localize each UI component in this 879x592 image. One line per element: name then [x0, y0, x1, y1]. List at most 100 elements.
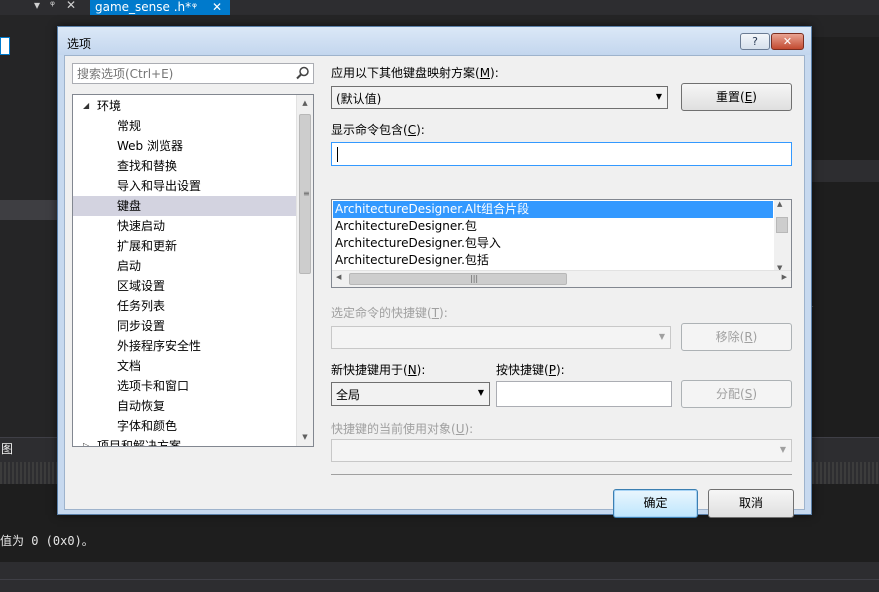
tree-item-label: 同步设置 — [117, 319, 166, 333]
ide-status-bar — [0, 562, 879, 592]
tree-item[interactable]: 任务列表 — [73, 296, 297, 316]
command-list-vscroll[interactable]: ▲ ▼ — [774, 200, 791, 272]
ok-button[interactable]: 确定 — [613, 489, 698, 518]
shortcut-scope-select[interactable]: 全局 ▼ — [331, 382, 490, 406]
tree-item[interactable]: 自动恢复 — [73, 396, 297, 416]
close-button[interactable]: ✕ — [771, 33, 804, 50]
ide-status-line — [0, 579, 879, 580]
tree-item-label: 键盘 — [117, 199, 142, 213]
tree-items: ◢ 环境常规 Web 浏览器 查找和替换导入和导出设置键盘快速启动扩展和更新启动区域设… — [73, 95, 297, 446]
chevron-down-icon: ▼ — [477, 388, 484, 397]
close-icon[interactable]: ✕ — [66, 0, 76, 12]
cancel-button[interactable]: 取消 — [708, 489, 794, 518]
tree-item-label: Web 浏览器 — [117, 139, 183, 153]
tree-item-label: 任务列表 — [117, 299, 166, 313]
scroll-left-icon[interactable]: ◀ — [336, 273, 341, 281]
ide-left-separator — [0, 200, 57, 220]
bottom-panel-label: 图 — [1, 442, 14, 456]
tree-item-label: 常规 — [117, 119, 142, 133]
tree-item-label: 查找和替换 — [117, 159, 178, 173]
tree-item-label: 字体和颜色 — [117, 419, 178, 433]
press-shortcut-label: 按快捷键(P): — [496, 363, 565, 377]
text-caret — [337, 147, 338, 162]
scroll-thumb[interactable]: ≡ — [299, 114, 311, 274]
tree-item[interactable]: Web 浏览器 — [73, 136, 297, 156]
tree-item-label: 启动 — [117, 259, 142, 273]
tree-item[interactable]: 选项卡和窗口 — [73, 376, 297, 396]
tree-item-label: 外接程序安全性 — [117, 339, 202, 353]
selected-shortcuts-label: 选定命令的快捷键(T): — [331, 306, 448, 320]
tree-scrollbar[interactable]: ▲ ≡ ▼ — [296, 95, 313, 446]
dialog-titlebar[interactable]: 选项 ? ✕ — [58, 27, 811, 55]
command-list-item[interactable]: ArchitectureDesigner.包 — [333, 218, 773, 235]
use-new-shortcut-label: 新快捷键用于(N): — [331, 363, 426, 377]
tree-item-label: 自动恢复 — [117, 399, 166, 413]
command-list-hscroll[interactable]: ◀ ||| ▶ — [332, 270, 791, 287]
tree-item[interactable]: 字体和颜色 — [73, 416, 297, 436]
tree-item[interactable]: 快速启动 — [73, 216, 297, 236]
tree-item[interactable]: 扩展和更新 — [73, 236, 297, 256]
options-tree[interactable]: ◢ 环境常规 Web 浏览器 查找和替换导入和导出设置键盘快速启动扩展和更新启动区域设… — [72, 94, 314, 447]
dialog-client: ◢ 环境常规 Web 浏览器查找和替换导入和导出设置键盘快速启动扩展和更新启动区域设… — [64, 55, 805, 518]
reset-button[interactable]: 重置(E) — [681, 83, 792, 111]
tree-item[interactable]: 外接程序安全性 — [73, 336, 297, 356]
scroll-thumb[interactable] — [776, 217, 788, 233]
tree-item-label: 选项卡和窗口 — [117, 379, 190, 393]
collapsed-arrow-icon[interactable]: ▷ — [83, 436, 89, 446]
chevron-down-icon: ▼ — [779, 445, 786, 454]
options-search-input[interactable] — [73, 64, 291, 83]
expanded-arrow-icon[interactable]: ◢ — [83, 96, 89, 116]
mapping-scheme-label: 应用以下其他键盘映射方案(M): — [331, 66, 499, 80]
show-commands-label: 显示命令包含(C): — [331, 123, 425, 137]
selected-shortcuts-select[interactable]: ▼ — [331, 326, 671, 349]
scroll-down-icon[interactable]: ▼ — [297, 429, 313, 446]
tree-item[interactable]: ◢ 环境 — [73, 96, 297, 116]
command-list-item[interactable]: ArchitectureDesigner.Alt组合片段 — [333, 201, 773, 218]
tree-item[interactable]: 常规 — [73, 116, 297, 136]
scroll-up-icon[interactable]: ▲ — [777, 200, 782, 208]
close-icon[interactable]: ✕ — [212, 0, 222, 14]
help-button[interactable]: ? — [740, 33, 770, 50]
mapping-scheme-select[interactable]: (默认值) ▼ — [331, 86, 668, 109]
command-list-item[interactable]: ArchitectureDesigner.包导入 — [333, 235, 773, 252]
options-search-box[interactable] — [72, 63, 314, 84]
dialog-title: 选项 — [67, 37, 92, 51]
editor-tab-game-sense[interactable]: game_sense .h* ᵠ ✕ — [90, 0, 230, 15]
assign-button[interactable]: 分配(S) — [681, 380, 792, 408]
tree-item-label: 快速启动 — [117, 219, 166, 233]
pin-icon[interactable]: ᵠ — [192, 0, 197, 14]
options-dialog: 选项 ? ✕ ◢ 环境常规 Web 浏览器查找和替换导入和导出设置键盘快速启动扩展和… — [57, 26, 812, 518]
tree-item[interactable]: 区域设置 — [73, 276, 297, 296]
tree-item[interactable]: 文档 — [73, 356, 297, 376]
dialog-separator — [331, 474, 792, 475]
tree-item[interactable]: 同步设置 — [73, 316, 297, 336]
tree-item[interactable]: 查找和替换 — [73, 156, 297, 176]
search-icon[interactable] — [296, 66, 310, 80]
scroll-up-icon[interactable]: ▲ — [297, 95, 313, 112]
command-list-item[interactable]: ArchitectureDesigner.包括 — [333, 252, 773, 269]
tree-item[interactable]: 启动 — [73, 256, 297, 276]
tree-item[interactable]: 键盘 — [73, 196, 297, 216]
remove-button[interactable]: 移除(R) — [681, 323, 792, 351]
tree-item-label: 扩展和更新 — [117, 239, 178, 253]
output-line: 值为 0 (0x0)。 — [0, 534, 94, 548]
scroll-right-icon[interactable]: ▶ — [782, 273, 787, 281]
command-filter-input[interactable] — [331, 142, 792, 166]
tree-item-label: 文档 — [117, 359, 142, 373]
tree-item-label: 环境 — [97, 99, 122, 113]
scroll-thumb[interactable]: ||| — [349, 273, 567, 285]
mapping-scheme-value: (默认值) — [336, 92, 382, 106]
currently-used-select[interactable]: ▼ — [331, 439, 792, 462]
command-list[interactable]: ArchitectureDesigner.Alt组合片段 Architecture… — [331, 199, 792, 288]
chevron-down-icon: ▼ — [658, 332, 665, 341]
ide-right-strip — [812, 160, 879, 182]
tree-item[interactable]: ▷ 项目和解决方案 — [73, 436, 297, 446]
dropdown-icon[interactable]: ▾ — [34, 0, 40, 12]
editor-tab-title: game_sense .h* — [95, 0, 192, 14]
tree-item[interactable]: 导入和导出设置 — [73, 176, 297, 196]
pin-icon[interactable]: ᵠ — [50, 0, 55, 12]
ide-left-pane — [0, 15, 57, 455]
ide-left-search-input[interactable] — [0, 37, 10, 55]
ide-editor-area[interactable] — [812, 37, 879, 437]
press-shortcut-input[interactable] — [496, 381, 672, 407]
